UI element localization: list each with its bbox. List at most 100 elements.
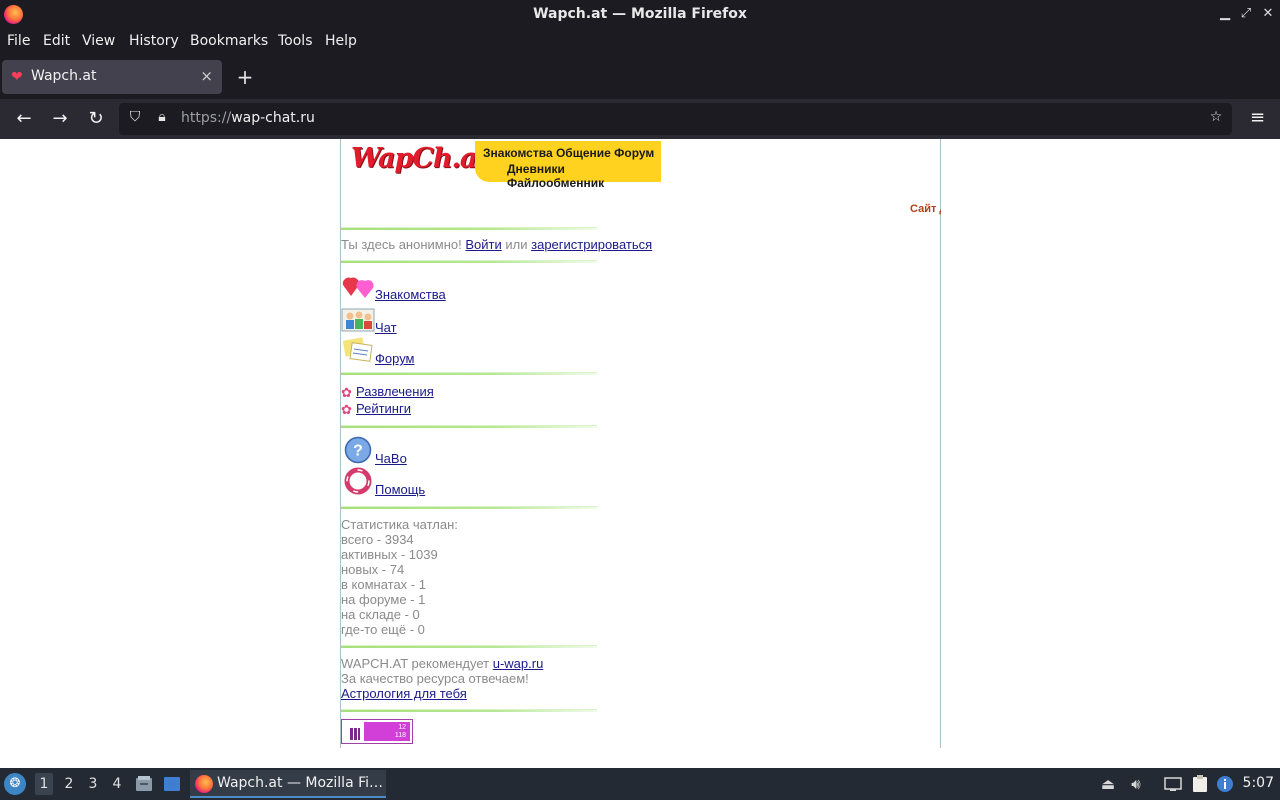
divider bbox=[341, 425, 597, 428]
flower-icon: ✿ bbox=[341, 402, 352, 417]
marquee-text: Сайт д bbox=[910, 203, 941, 215]
menu-history[interactable]: History bbox=[129, 33, 179, 49]
lock-icon[interactable]: 🔒︎ bbox=[152, 109, 172, 125]
start-menu-icon[interactable]: ❂ bbox=[4, 773, 26, 795]
list-item-chat[interactable]: Чат bbox=[341, 305, 461, 335]
counter-values: 12 118 bbox=[394, 724, 406, 739]
menu-bookmarks[interactable]: Bookmarks bbox=[190, 33, 268, 49]
workspace-1[interactable]: 1 bbox=[35, 773, 53, 795]
stats-line: на складе - 0 bbox=[341, 607, 420, 622]
site-logo: WapCh.at bbox=[351, 143, 489, 174]
menu-tools[interactable]: Tools bbox=[278, 33, 313, 49]
list-item-ratings[interactable]: ✿ Рейтинги bbox=[341, 401, 451, 417]
taskbar: ❂ 1 2 3 4 Wapch.at — Mozilla Fi… ⏏ 🔊︎ 5:… bbox=[0, 768, 1280, 800]
stats-title: Статистика чатлан: bbox=[341, 517, 458, 532]
list-item-forum[interactable]: Форум bbox=[341, 336, 461, 366]
url-bar[interactable]: ⛉ 🔒︎ https://wap-chat.ru ☆ bbox=[119, 103, 1232, 135]
divider bbox=[341, 645, 597, 648]
firefox-logo-icon bbox=[195, 775, 213, 793]
chat-link[interactable]: Чат bbox=[375, 320, 397, 335]
login-link[interactable]: Войти bbox=[465, 237, 501, 252]
url-text[interactable]: https://wap-chat.ru bbox=[181, 110, 315, 126]
quality-note: За качество ресурса отвечаем! bbox=[341, 671, 529, 686]
help-link[interactable]: Помощь bbox=[375, 482, 425, 497]
list-item-faq[interactable]: ? ЧаВо bbox=[341, 436, 441, 466]
stats-line: в комнатах - 1 bbox=[341, 577, 426, 592]
file-manager-icon[interactable] bbox=[135, 775, 153, 793]
close-tab-icon[interactable]: × bbox=[200, 67, 213, 85]
workspace-3[interactable]: 3 bbox=[84, 776, 102, 792]
web-page: WapCh.at Знакомства Общение Форум Дневни… bbox=[0, 139, 1280, 768]
navigation-bar: ← → ↻ ⛉ 🔒︎ https://wap-chat.ru ☆ ≡ bbox=[0, 99, 1280, 139]
people-icon bbox=[341, 308, 375, 332]
astrology-link[interactable]: Астрология для тебя bbox=[341, 686, 467, 701]
new-tab-button[interactable]: + bbox=[234, 65, 256, 89]
tab-title: Wapch.at bbox=[31, 68, 97, 84]
ratings-link[interactable]: Рейтинги bbox=[356, 401, 411, 416]
list-item-entertainment[interactable]: ✿ Развлечения bbox=[341, 384, 451, 400]
divider bbox=[341, 260, 597, 263]
dating-link[interactable]: Знакомства bbox=[375, 287, 446, 302]
minimize-button[interactable]: ▁ bbox=[1217, 6, 1233, 21]
uwap-link[interactable]: u-wap.ru bbox=[493, 656, 544, 671]
notification-icon[interactable] bbox=[1216, 775, 1234, 793]
menu-bar: File Edit View History Bookmarks Tools H… bbox=[0, 29, 1280, 55]
tab-wapchat[interactable]: ❤ Wapch.at × bbox=[2, 60, 222, 94]
question-icon: ? bbox=[344, 436, 372, 464]
reload-button[interactable]: ↻ bbox=[84, 107, 108, 131]
stats-line: всего - 3934 bbox=[341, 532, 414, 547]
stats-line: новых - 74 bbox=[341, 562, 405, 577]
hearts-icon bbox=[342, 277, 374, 298]
anon-notice: Ты здесь анонимно! Войти или зарегистрир… bbox=[341, 237, 653, 252]
menu-view[interactable]: View bbox=[82, 33, 115, 49]
task-title: Wapch.at — Mozilla Fi… bbox=[217, 775, 384, 791]
title-bar: Wapch.at — Mozilla Firefox ▁ ⤢ ✕ bbox=[0, 0, 1280, 29]
shield-icon[interactable]: ⛉ bbox=[125, 109, 145, 125]
visit-counter[interactable]: 12 118 bbox=[341, 719, 413, 744]
clock: 5:07 bbox=[1242, 775, 1274, 791]
restore-button[interactable]: ⤢ bbox=[1238, 6, 1254, 21]
divider bbox=[341, 506, 597, 509]
stats-line: где-то ещё - 0 bbox=[341, 622, 425, 637]
taskbar-firefox-window[interactable]: Wapch.at — Mozilla Fi… bbox=[190, 770, 386, 798]
notes-icon bbox=[342, 337, 373, 362]
forward-button[interactable]: → bbox=[48, 107, 72, 131]
banner-tagline-1: Знакомства Общение Форум bbox=[483, 146, 655, 160]
counter-badge: 12 118 bbox=[364, 722, 410, 741]
app-menu-icon[interactable]: ≡ bbox=[1250, 107, 1268, 128]
bookmark-star-icon[interactable]: ☆ bbox=[1206, 109, 1226, 125]
heart-icon: ❤ bbox=[11, 69, 23, 85]
lifebuoy-icon bbox=[344, 467, 372, 495]
back-button[interactable]: ← bbox=[12, 107, 36, 131]
faq-link[interactable]: ЧаВо bbox=[375, 451, 407, 466]
workspace-4[interactable]: 4 bbox=[108, 776, 126, 792]
content-column: WapCh.at Знакомства Общение Форум Дневни… bbox=[340, 139, 941, 748]
bar-chart-icon bbox=[350, 728, 360, 740]
menu-help[interactable]: Help bbox=[325, 33, 357, 49]
divider bbox=[341, 372, 597, 375]
tab-strip: ❤ Wapch.at × + bbox=[0, 55, 1280, 99]
entertainment-link[interactable]: Развлечения bbox=[356, 384, 434, 399]
banner-tagline-2: Дневники Файлообменник bbox=[507, 162, 605, 190]
register-link[interactable]: зарегистрироваться bbox=[531, 237, 652, 252]
close-window-button[interactable]: ✕ bbox=[1260, 6, 1276, 21]
network-icon[interactable] bbox=[1164, 775, 1182, 793]
clipboard-icon[interactable] bbox=[1191, 775, 1209, 793]
flower-icon: ✿ bbox=[341, 385, 352, 400]
site-banner[interactable]: WapCh.at Знакомства Общение Форум Дневни… bbox=[347, 141, 661, 190]
menu-file[interactable]: File bbox=[7, 33, 30, 49]
stats-line: на форуме - 1 bbox=[341, 592, 426, 607]
desktop-icon[interactable] bbox=[163, 775, 181, 793]
list-item-help[interactable]: Помощь bbox=[341, 467, 441, 497]
volume-icon[interactable]: 🔊︎ bbox=[1127, 775, 1145, 793]
recommend-line: WAPCH.AT рекомендует u-wap.ru bbox=[341, 656, 544, 671]
list-item-dating[interactable]: Знакомства bbox=[341, 272, 461, 302]
menu-edit[interactable]: Edit bbox=[43, 33, 70, 49]
eject-icon[interactable]: ⏏ bbox=[1099, 775, 1117, 793]
workspace-2[interactable]: 2 bbox=[60, 776, 78, 792]
divider bbox=[341, 709, 597, 712]
svg-text:?: ? bbox=[353, 443, 363, 460]
forum-link[interactable]: Форум bbox=[375, 351, 415, 366]
divider bbox=[341, 227, 597, 230]
window-title: Wapch.at — Mozilla Firefox bbox=[533, 6, 747, 22]
